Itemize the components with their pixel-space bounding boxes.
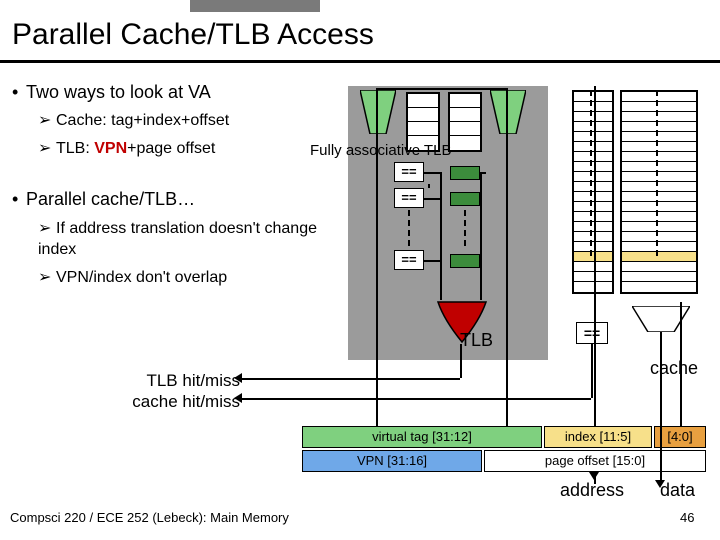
bullet-2: •Parallel cache/TLB… [12, 187, 342, 211]
tlb-hit-line [242, 378, 460, 380]
bullet-1a-text: Cache: tag+index+offset [56, 112, 229, 129]
tlb-hit-arrow [234, 373, 242, 383]
bullet-1b-post: +page offset [127, 140, 215, 157]
field-pageoffset: page offset [15:0] [484, 450, 706, 472]
tlb-mux-right [490, 90, 526, 134]
vpn-top-h [376, 88, 508, 90]
field-index: index [11:5] [544, 426, 652, 448]
field-virtual-tag: virtual tag [31:12] [302, 426, 542, 448]
cache-label: cache [650, 358, 698, 379]
bullet-2b-text: VPN/index don't overlap [56, 269, 227, 286]
l-ppn-v [480, 172, 482, 300]
bullet-2b: ➢VPN/index don't overlap [38, 267, 342, 289]
page-number: 46 [680, 510, 694, 525]
l-eq1-h [424, 172, 440, 174]
tlb-hitmiss: TLB hit/miss [100, 370, 240, 391]
cache-hitmiss: cache hit/miss [100, 391, 240, 412]
eq-box-1: == [394, 162, 424, 182]
l-eq-v [440, 172, 442, 300]
tlb-ppn-out-1 [450, 166, 480, 180]
cache-tag-col [572, 90, 614, 294]
tlb-ppn-out-3 [450, 254, 480, 268]
addr-arrow [589, 472, 599, 480]
bullet-1b-pre: TLB: [56, 140, 94, 157]
fully-associative-label: Fully associative TLB [310, 142, 451, 159]
tlb-table-ppn [448, 92, 482, 152]
tlb-ppn-out-2 [450, 192, 480, 206]
cache-hit-arrow [234, 393, 242, 403]
eq-box-2: == [394, 188, 424, 208]
vpn-up-right [506, 88, 508, 426]
tlb-mux-left [360, 90, 396, 134]
bullet-2-text: Parallel cache/TLB… [26, 189, 195, 209]
title-underline [0, 60, 720, 63]
tlb-eq-dash [408, 210, 410, 246]
top-bar [0, 0, 720, 12]
top-bar-accent [190, 0, 320, 12]
vpn-up-left [376, 88, 378, 426]
l-eq3-h [424, 260, 440, 262]
bullet-list: •Two ways to look at VA ➢Cache: tag+inde… [12, 78, 342, 289]
l-eq2-h [424, 198, 440, 200]
cache-tag-select-line [590, 90, 592, 256]
address-label: address [560, 480, 624, 501]
tlb-hit-v [460, 344, 462, 378]
bullet-1b: ➢TLB: VPN+page offset [38, 138, 342, 160]
bullet-1-text: Two ways to look at VA [26, 82, 211, 102]
data-label: data [660, 480, 695, 501]
bullet-2a-text: If address translation doesn't change in… [38, 220, 317, 259]
index-up [594, 86, 596, 426]
tlb-ppn-dash [464, 210, 466, 246]
field-vpn: VPN [31:16] [302, 450, 482, 472]
l-eq1-a [428, 184, 430, 188]
eq-box-3: == [394, 250, 424, 270]
data-arrow-v [660, 332, 662, 482]
cache-hit-line [242, 398, 591, 400]
cache-hit-v [591, 344, 593, 398]
slide-title: Parallel Cache/TLB Access [12, 18, 374, 52]
offset-up [680, 302, 682, 426]
l-ppn1 [480, 172, 486, 174]
tlb-label: TLB [460, 330, 493, 351]
bullet-1a: ➢Cache: tag+index+offset [38, 110, 342, 132]
hitmiss-labels: TLB hit/miss cache hit/miss [100, 370, 240, 413]
footer: Compsci 220 / ECE 252 (Lebeck): Main Mem… [10, 510, 289, 525]
bullet-1: •Two ways to look at VA [12, 80, 342, 104]
cache-eq-box: == [576, 322, 608, 344]
cache-data-select-line [656, 90, 658, 256]
bullet-2a: ➢If address translation doesn't change i… [38, 218, 342, 261]
bullet-1b-vpn: VPN [94, 140, 127, 157]
cache-data-col [620, 90, 698, 294]
